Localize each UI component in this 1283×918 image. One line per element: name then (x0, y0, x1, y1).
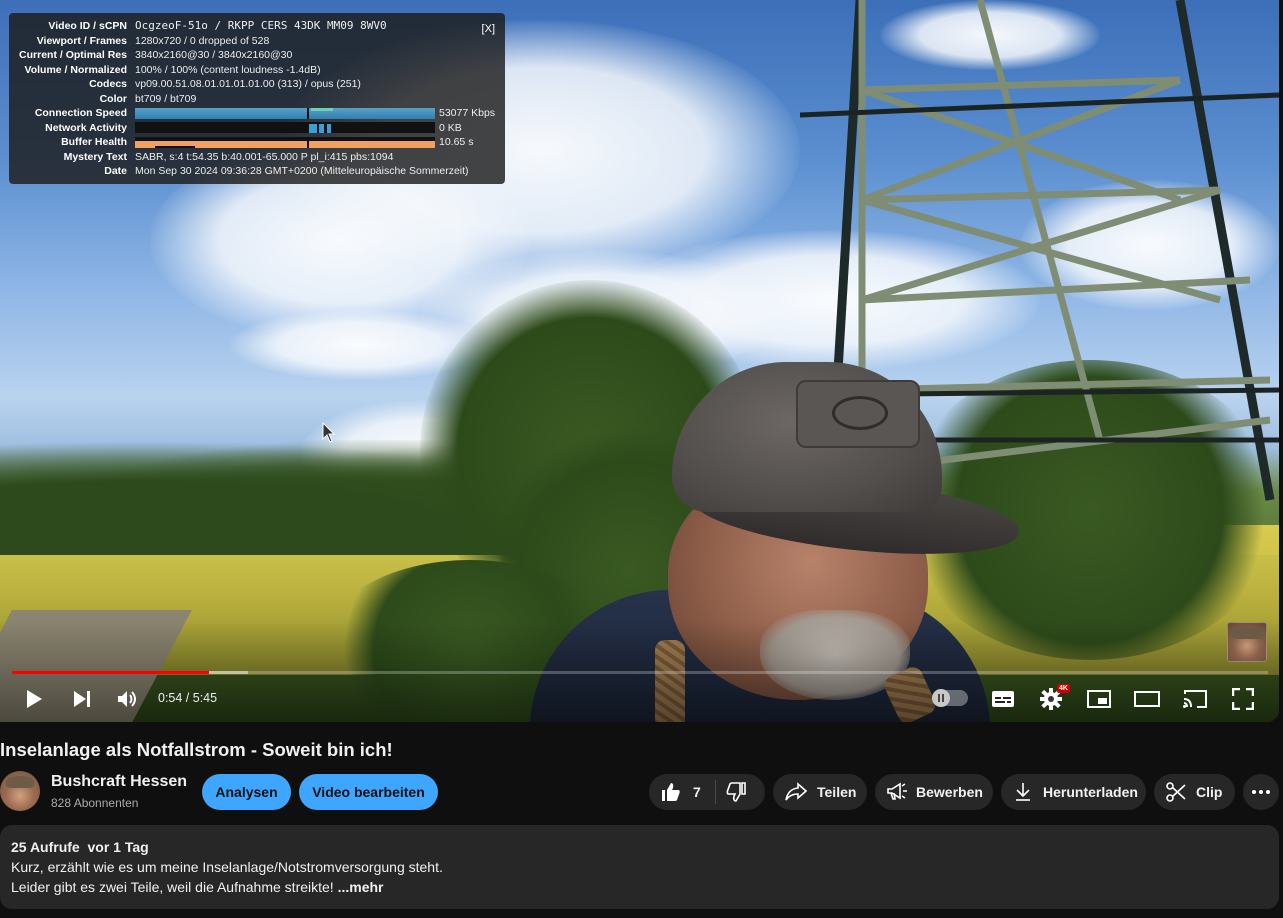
subscriber-count: 828 Abonnenten (51, 796, 139, 810)
subtitles-button[interactable] (988, 684, 1018, 714)
show-more-link[interactable]: ...mehr (338, 879, 384, 895)
like-button[interactable]: 7 (661, 782, 701, 802)
cast-icon (1183, 690, 1207, 708)
thumbs-down-icon (726, 782, 746, 802)
autoplay-toggle[interactable] (932, 689, 968, 707)
description-line: Leider gibt es zwei Teile, weil die Aufn… (11, 879, 384, 895)
like-count: 7 (693, 784, 701, 800)
download-icon (1016, 783, 1030, 801)
volume-button[interactable] (114, 684, 142, 714)
stats-close-button[interactable]: [X] (482, 22, 495, 37)
edit-video-button[interactable]: Video bearbeiten (299, 774, 438, 810)
stats-row: Video ID / sCPN OcgzeoF-51o / RKPP CERS … (48, 19, 387, 32)
miniplayer-icon (1087, 690, 1111, 708)
stats-row-mystery-text: Mystery Text SABR, s:4 t:54.35 b:40.001-… (63, 150, 394, 163)
stats-row: Current / Optimal Res 3840x2160@30 / 384… (19, 49, 293, 61)
promote-button[interactable]: Bewerben (875, 774, 993, 810)
stats-row: Codecs vp09.00.51.08.01.01.01.01.00 (313… (89, 78, 361, 90)
more-actions-button[interactable] (1243, 774, 1279, 810)
stats-row-buffer-health: Buffer Health 10.65 s (61, 136, 474, 148)
miniplayer-button[interactable] (1084, 684, 1114, 714)
more-horizontal-icon (1252, 790, 1270, 794)
download-button[interactable]: Herunterladen (1001, 774, 1146, 810)
description-box[interactable]: 25 Aufrufe vor 1 Tag Kurz, erzählt wie e… (0, 825, 1279, 909)
description-line: Kurz, erzählt wie es um meine Inselanlag… (11, 859, 443, 875)
mouse-cursor-icon (322, 422, 336, 443)
time-display: 0:54 / 5:45 (158, 691, 218, 705)
next-icon (74, 691, 90, 707)
analytics-button[interactable]: Analysen (202, 774, 291, 810)
stats-for-nerds-panel: [X] Video ID / sCPN OcgzeoF-51o / RKPP C… (9, 13, 505, 184)
channel-name[interactable]: Bushcraft Hessen (51, 773, 187, 791)
theater-icon (1134, 691, 1160, 707)
megaphone-icon (887, 782, 907, 800)
network-activity-graph (135, 122, 435, 134)
play-icon (27, 690, 42, 708)
stats-row: Viewport / Frames 1280x720 / 0 dropped o… (36, 34, 270, 47)
volume-icon (118, 691, 136, 707)
clip-button[interactable]: Clip (1154, 774, 1235, 810)
video-player[interactable]: [X] Video ID / sCPN OcgzeoF-51o / RKPP C… (0, 0, 1279, 722)
stats-row-network-activity: Network Activity 0 KB (45, 121, 462, 134)
progress-bar[interactable] (12, 671, 1268, 674)
progress-played (12, 671, 210, 674)
fullscreen-button[interactable] (1228, 684, 1258, 714)
stats-row-connection-speed: Connection Speed 53077 Kbps (34, 107, 496, 119)
play-button[interactable] (20, 684, 48, 714)
share-icon (785, 782, 807, 801)
quality-badge: 4K (1057, 684, 1070, 693)
channel-watermark[interactable] (1227, 622, 1267, 662)
subtitles-icon (992, 691, 1014, 707)
cast-button[interactable] (1180, 684, 1210, 714)
channel-avatar[interactable] (0, 771, 40, 811)
connection-speed-graph (135, 107, 435, 119)
fullscreen-icon (1232, 688, 1254, 710)
share-button[interactable]: Teilen (773, 774, 867, 810)
next-button[interactable] (68, 684, 96, 714)
dislike-button[interactable] (726, 782, 746, 802)
stats-row-date: Date Mon Sep 30 2024 09:36:28 GMT+0200 (… (104, 165, 469, 177)
buffer-health-graph (135, 136, 435, 148)
view-count-date: 25 Aufrufe vor 1 Tag (11, 839, 149, 855)
video-title: Inselanlage als Notfallstrom - Soweit bi… (0, 739, 393, 760)
thumbs-up-icon (662, 783, 680, 801)
pause-icon (938, 694, 944, 702)
scissors-icon (1166, 782, 1186, 802)
theater-mode-button[interactable] (1132, 684, 1162, 714)
stats-row: Volume / Normalized 100% / 100% (content… (24, 63, 321, 76)
stats-row: Color bt709 / bt709 (99, 92, 197, 105)
like-dislike-group: 7 (649, 774, 765, 810)
